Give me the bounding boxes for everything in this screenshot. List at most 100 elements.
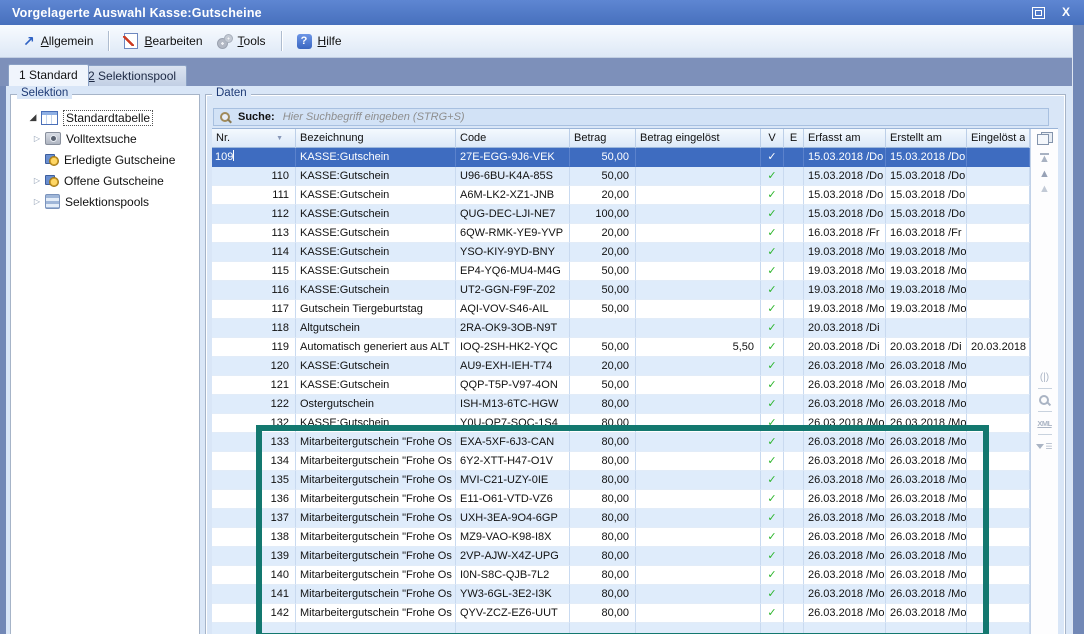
cell-bezeichnung: KASSE:Gutschein: [296, 376, 456, 395]
table-row[interactable]: 118 Altgutschein 2RA-OK9-3OB-N9T ✓ 20.03…: [212, 319, 1030, 338]
column-header-7[interactable]: E: [784, 129, 804, 148]
cell-e: [784, 224, 804, 243]
cell-erfasst-am: 26.03.2018 /Mo: [804, 509, 886, 528]
cell-erfasst-am: 19.03.2018 /Mo: [804, 281, 886, 300]
cell-erstellt-am: 26.03.2018 /Mo: [886, 376, 967, 395]
table-row[interactable]: 114 KASSE:Gutschein YSO-KIY-9YD-BNY 20,0…: [212, 243, 1030, 262]
expander-collapsed-icon[interactable]: ▷: [31, 134, 43, 143]
cell-nr: 139: [212, 547, 296, 566]
column-header-10[interactable]: Eingelöst a: [967, 129, 1030, 148]
restore-button[interactable]: [1030, 5, 1046, 20]
divider: [1038, 434, 1052, 435]
table-row[interactable]: 119 Automatisch generiert aus ALT IOQ-2S…: [212, 338, 1030, 357]
cell-eingeloest-am: [967, 243, 1030, 262]
table-row[interactable]: 137 Mitarbeitergutschein "Frohe Os UXH-3…: [212, 509, 1030, 528]
close-button[interactable]: X: [1058, 5, 1074, 20]
menu-tools[interactable]: Tools: [210, 31, 273, 51]
arrow-up-right-icon: ↗: [23, 35, 35, 47]
tree-item-standardtabelle[interactable]: ◢ Standardtabelle: [15, 107, 195, 128]
table-row[interactable]: 117 Gutschein Tiergeburtstag AQI-VOV-S46…: [212, 300, 1030, 319]
cell-betrag: 80,00: [570, 395, 636, 414]
table-row-empty[interactable]: [212, 623, 1030, 634]
table-row[interactable]: 109 KASSE:Gutschein 27E-EGG-9J6-VEK 50,0…: [212, 148, 1030, 167]
table-row[interactable]: 111 KASSE:Gutschein A6M-LK2-XZ1-JNB 20,0…: [212, 186, 1030, 205]
cell-erfasst-am: 26.03.2018 /Mo: [804, 566, 886, 585]
tree-item-erledigte-gutscheine[interactable]: Erledigte Gutscheine: [15, 149, 195, 170]
table-row[interactable]: 141 Mitarbeitergutschein "Frohe Os YW3-6…: [212, 585, 1030, 604]
scroll-to-top-icon[interactable]: ▲: [1031, 153, 1058, 168]
table-row[interactable]: 133 Mitarbeitergutschein "Frohe Os EXA-5…: [212, 433, 1030, 452]
table-row[interactable]: 136 Mitarbeitergutschein "Frohe Os E11-O…: [212, 490, 1030, 509]
column-header-2[interactable]: Bezeichnung: [296, 129, 456, 148]
table-row[interactable]: 113 KASSE:Gutschein 6QW-RMK-YE9-YVP 20,0…: [212, 224, 1030, 243]
column-header-1[interactable]: Nr.▼: [212, 129, 296, 148]
cell-nr: 137: [212, 509, 296, 528]
table-row[interactable]: 110 KASSE:Gutschein U96-6BU-K4A-85S 50,0…: [212, 167, 1030, 186]
menu-allgemein[interactable]: ↗ Allgemein: [16, 31, 100, 51]
table-row[interactable]: 140 Mitarbeitergutschein "Frohe Os I0N-S…: [212, 566, 1030, 585]
table-row[interactable]: 142 Mitarbeitergutschein "Frohe Os QYV-Z…: [212, 604, 1030, 623]
cell-betrag-eingeloest: [636, 167, 761, 186]
cell-e: [784, 471, 804, 490]
tree-item-selektionspools[interactable]: ▷ Selektionspools: [15, 191, 195, 212]
expander-collapsed-icon[interactable]: ▷: [31, 176, 43, 185]
tab-strip: 1 Standard 2 Selektionspool: [0, 58, 1084, 86]
table-row[interactable]: 139 Mitarbeitergutschein "Frohe Os 2VP-A…: [212, 547, 1030, 566]
zoom-tool-icon[interactable]: [1038, 392, 1051, 408]
table-row[interactable]: 120 KASSE:Gutschein AU9-EXH-IEH-T74 20,0…: [212, 357, 1030, 376]
table-row[interactable]: 112 KASSE:Gutschein QUG-DEC-LJI-NE7 100,…: [212, 205, 1030, 224]
daten-panel-label: Daten: [212, 87, 251, 99]
check-icon: ✓: [767, 550, 776, 562]
expander-collapsed-icon[interactable]: ▷: [31, 197, 43, 206]
table-row[interactable]: 121 KASSE:Gutschein QQP-T5P-V97-4ON 50,0…: [212, 376, 1030, 395]
column-header-4[interactable]: Betrag: [570, 129, 636, 148]
cell-nr: 122: [212, 395, 296, 414]
table-row[interactable]: 132 KASSE:Gutschein Y0U-QP7-SOC-1S4 80,0…: [212, 414, 1030, 433]
table-row[interactable]: 122 Ostergutschein ISH-M13-6TC-HGW 80,00…: [212, 395, 1030, 414]
table-row[interactable]: 115 KASSE:Gutschein EP4-YQ6-MU4-M4G 50,0…: [212, 262, 1030, 281]
cell-v: ✓: [761, 148, 784, 167]
table-row[interactable]: 116 KASSE:Gutschein UT2-GGN-F9F-Z02 50,0…: [212, 281, 1030, 300]
cell-code: 6Y2-XTT-H47-O1V: [456, 452, 570, 471]
cell-bezeichnung: Ostergutschein: [296, 395, 456, 414]
cell-betrag: 50,00: [570, 281, 636, 300]
search-input[interactable]: Suche: Hier Suchbegriff eingeben (STRG+S…: [213, 108, 1049, 126]
cell-erfasst-am: 26.03.2018 /Mo: [804, 528, 886, 547]
scroll-up-icon[interactable]: ▲: [1031, 168, 1058, 183]
table-row[interactable]: 134 Mitarbeitergutschein "Frohe Os 6Y2-X…: [212, 452, 1030, 471]
column-header-6[interactable]: V: [761, 129, 784, 148]
expander-open-icon[interactable]: ◢: [27, 112, 39, 123]
cell-code: [456, 623, 570, 634]
xml-export-icon[interactable]: XML: [1037, 415, 1051, 431]
column-header-3[interactable]: Code: [456, 129, 570, 148]
tree-item-volltextsuche[interactable]: ▷ Volltextsuche: [15, 128, 195, 149]
scroll-up-page-icon[interactable]: ▲: [1031, 183, 1058, 198]
tab-selektionspool[interactable]: 2 Selektionspool: [77, 65, 187, 86]
band-columns-icon[interactable]: (|): [1040, 369, 1049, 385]
column-header-5[interactable]: Betrag eingelöst: [636, 129, 761, 148]
check-icon: ✓: [767, 322, 776, 334]
cell-betrag: 50,00: [570, 300, 636, 319]
check-icon: ✓: [767, 151, 776, 163]
menu-hilfe[interactable]: ? Hilfe: [290, 31, 349, 52]
tree-item-offene-gutscheine[interactable]: ▷ Offene Gutscheine: [15, 170, 195, 191]
menu-bearbeiten[interactable]: Bearbeiten: [117, 30, 209, 52]
filter-icon[interactable]: ☰: [1036, 438, 1052, 454]
cell-e: [784, 376, 804, 395]
cell-bezeichnung: Mitarbeitergutschein "Frohe Os: [296, 452, 456, 471]
cell-erstellt-am: 26.03.2018 /Mo: [886, 433, 967, 452]
cell-eingeloest-am: [967, 528, 1030, 547]
column-header-9[interactable]: Erstellt am: [886, 129, 967, 148]
cell-betrag-eingeloest: [636, 414, 761, 433]
cell-erfasst-am: 26.03.2018 /Mo: [804, 395, 886, 414]
column-chooser-icon[interactable]: [1037, 132, 1053, 145]
tab-standard[interactable]: 1 Standard: [8, 64, 89, 86]
cell-nr: 138: [212, 528, 296, 547]
cell-betrag: 80,00: [570, 509, 636, 528]
column-header-8[interactable]: Erfasst am: [804, 129, 886, 148]
cell-erstellt-am: 16.03.2018 /Fr: [886, 224, 967, 243]
cell-betrag: 80,00: [570, 566, 636, 585]
table-row[interactable]: 138 Mitarbeitergutschein "Frohe Os MZ9-V…: [212, 528, 1030, 547]
table-row[interactable]: 135 Mitarbeitergutschein "Frohe Os MVI-C…: [212, 471, 1030, 490]
cell-v: ✓: [761, 319, 784, 338]
